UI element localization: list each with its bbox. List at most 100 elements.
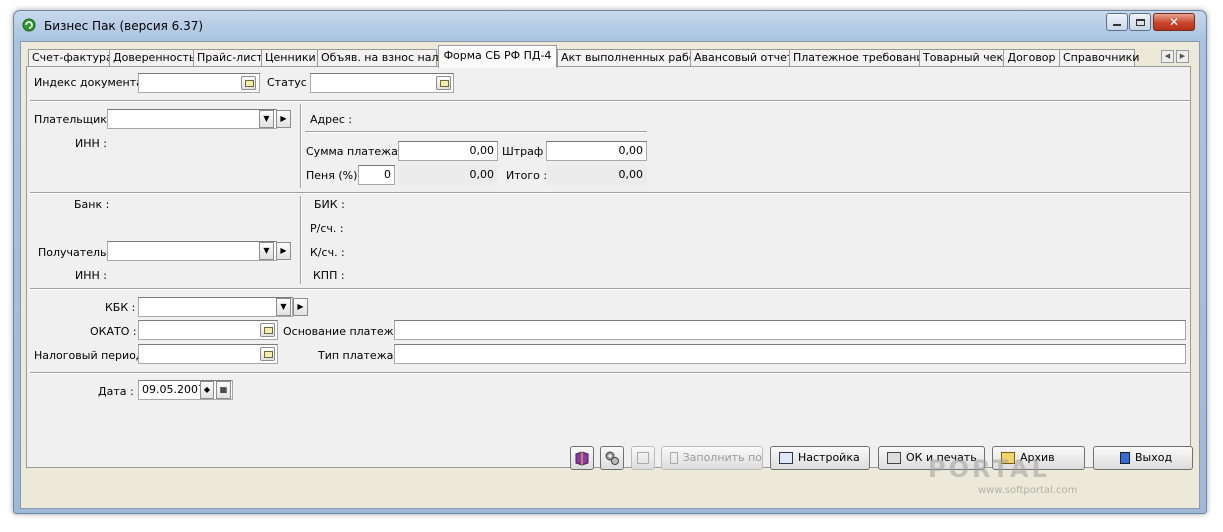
status-label: Статус : [267, 76, 314, 89]
doc-index-label: Индекс документа : [34, 76, 151, 89]
tax-period-lookup-button[interactable] [260, 347, 275, 361]
fill-from-button[interactable]: Заполнить по [661, 446, 763, 470]
close-button[interactable]: ✕ [1153, 13, 1195, 31]
recipient-label: Получатель : [38, 246, 114, 259]
tab-sales-receipt[interactable]: Товарный чек [919, 49, 1004, 67]
app-logo-icon [22, 18, 36, 32]
minimize-button[interactable] [1106, 13, 1128, 31]
payment-type-label: Тип платежа : [318, 349, 401, 362]
okato-input[interactable] [138, 320, 278, 340]
payment-type-input[interactable] [394, 344, 1186, 364]
tab-contract[interactable]: Договор [1003, 49, 1060, 67]
arrow-right-icon: ▶ [1179, 52, 1186, 60]
calendar-button[interactable]: ▦ [216, 381, 231, 399]
tab-label: Товарный чек [923, 51, 1004, 64]
tab-cash-deposit[interactable]: Объяв. на взнос нал. [317, 49, 442, 67]
bank-label: Банк : [74, 198, 110, 211]
kbk-open-button[interactable]: ▶ [293, 298, 308, 316]
total-label: Итого : [506, 169, 548, 182]
tab-power-of-attorney[interactable]: Доверенность [109, 49, 196, 67]
basis-label: Основание платежа : [283, 325, 408, 338]
maximize-button[interactable] [1129, 13, 1151, 31]
recipient-open-button[interactable]: ▶ [276, 242, 291, 260]
window-title: Бизнес Пак (версия 6.37) [44, 19, 204, 33]
date-label: Дата : [98, 385, 134, 398]
address-label: Адрес : [310, 113, 353, 126]
chevron-down-icon: ▼ [263, 246, 270, 255]
tab-reference[interactable]: Справочники [1059, 49, 1139, 67]
recipient-dropdown-button[interactable]: ▼ [259, 242, 274, 260]
payer-combo[interactable] [107, 109, 277, 129]
tax-period-label: Налоговый период : [34, 349, 151, 362]
help-book-button[interactable] [570, 446, 594, 470]
exit-door-icon [1120, 452, 1130, 464]
recipient-inn-label: ИНН : [75, 269, 107, 282]
tab-payment-request[interactable]: Платежное требование [789, 49, 930, 67]
fine-input[interactable]: 0,00 [546, 141, 647, 161]
fine-label: Штраф : [502, 145, 551, 158]
book-icon [575, 451, 589, 466]
kbk-combo[interactable] [138, 297, 293, 317]
tab-label: Счет-фактура [32, 51, 113, 64]
tax-period-input[interactable] [138, 344, 278, 364]
date-spin-button[interactable]: ◆ [200, 381, 214, 399]
title-bar[interactable]: Бизнес Пак (версия 6.37) ✕ [14, 11, 1206, 39]
sum-input[interactable]: 0,00 [398, 141, 498, 161]
payer-label: Плательщик : [34, 113, 115, 126]
tab-label: Акт выполненных работ [561, 51, 702, 64]
settings-button[interactable]: Настройка [770, 446, 870, 470]
tab-invoice[interactable]: Счет-фактура [28, 49, 113, 67]
kbk-label: КБК : [105, 301, 136, 314]
tab-scroll-right-button[interactable]: ▶ [1176, 50, 1189, 63]
tab-sb-rf-pd4[interactable]: Форма СБ РФ ПД-4 [438, 45, 557, 68]
separator [300, 104, 302, 188]
total-amount: 0,00 [546, 165, 647, 185]
tab-price-list[interactable]: Прайс-лист [193, 49, 263, 67]
tab-label: Договор [1007, 51, 1056, 64]
status-lookup-button[interactable] [436, 76, 451, 90]
basis-input[interactable] [394, 320, 1186, 340]
payer-dropdown-button[interactable]: ▼ [259, 110, 274, 128]
save-button[interactable] [631, 446, 655, 470]
tab-advance-report[interactable]: Авансовый отчет [690, 49, 793, 67]
fill-from-label: Заполнить по [682, 451, 762, 464]
tab-price-tags[interactable]: Ценники [261, 49, 318, 67]
tab-label: Справочники [1063, 51, 1140, 64]
doc-index-lookup-button[interactable] [241, 76, 256, 90]
spin-icon: ◆ [203, 385, 211, 394]
arrow-right-icon: ▶ [280, 114, 287, 123]
kbk-dropdown-button[interactable]: ▼ [276, 298, 291, 316]
separator [30, 372, 1190, 374]
separator [300, 196, 302, 284]
close-icon: ✕ [1168, 15, 1180, 29]
penalty-label: Пеня (%) : [306, 169, 365, 182]
bik-label: БИК : [314, 198, 345, 211]
tools-button[interactable] [600, 446, 624, 470]
exit-label: Выход [1135, 451, 1173, 464]
payer-inn-label: ИНН : [75, 137, 107, 150]
settings-label: Настройка [798, 451, 860, 464]
tab-label: Платежное требование [793, 51, 931, 64]
payer-open-button[interactable]: ▶ [276, 110, 291, 128]
kpp-label: КПП : [313, 269, 345, 282]
arrow-right-icon: ▶ [280, 246, 287, 255]
watermark-logo: PORTAL [928, 455, 1050, 483]
tab-label: Форма СБ РФ ПД-4 [443, 49, 552, 62]
tab-label: Прайс-лист [197, 51, 263, 64]
gears-icon [605, 451, 619, 465]
tab-label: Доверенность [113, 51, 196, 64]
copy-icon [670, 452, 678, 464]
tab-scroll-left-button[interactable]: ◀ [1161, 50, 1174, 63]
tab-label: Объяв. на взнос нал. [321, 51, 442, 64]
exit-button[interactable]: Выход [1093, 446, 1193, 470]
maximize-icon [1135, 18, 1145, 26]
settings-icon [779, 452, 793, 464]
okato-lookup-button[interactable] [260, 323, 275, 337]
chevron-down-icon: ▼ [263, 114, 270, 123]
penalty-percent-input[interactable]: 0 [358, 165, 395, 185]
minimize-icon [1113, 24, 1121, 26]
sum-label: Сумма платежа : [306, 145, 406, 158]
tab-work-act[interactable]: Акт выполненных работ [557, 49, 702, 67]
status-input[interactable] [310, 73, 454, 93]
recipient-combo[interactable] [107, 241, 277, 261]
